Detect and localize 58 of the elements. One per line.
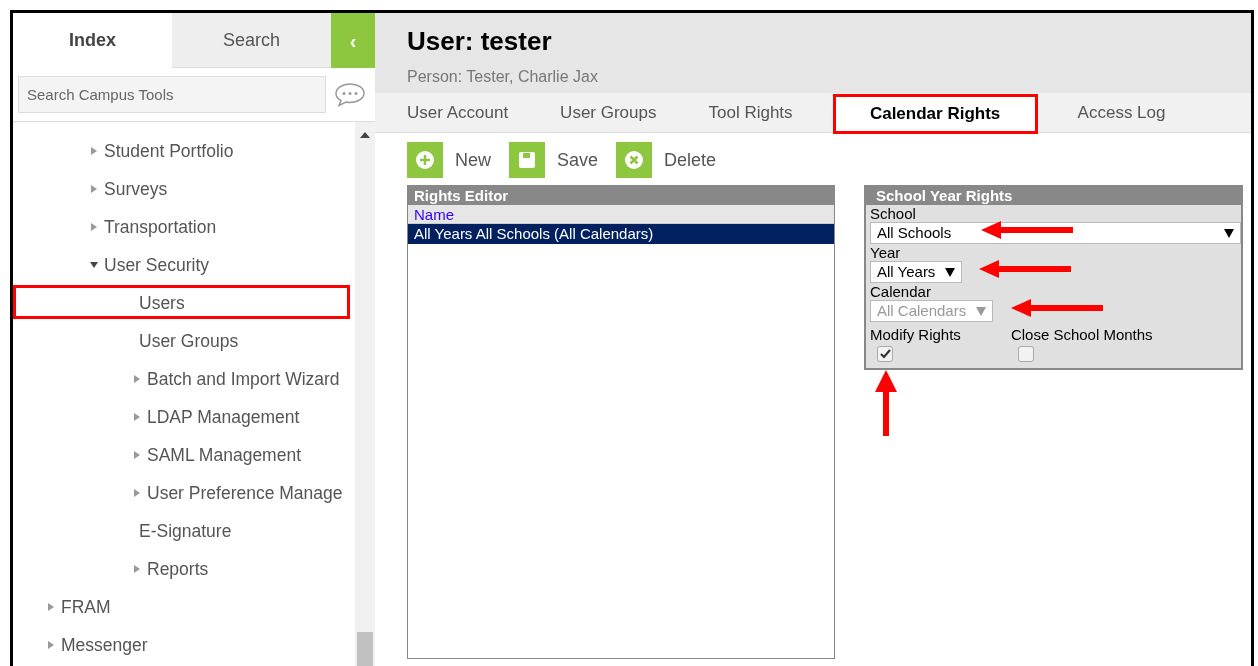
scroll-up-arrow-icon[interactable] bbox=[360, 132, 370, 138]
collapsed-triangle-icon[interactable] bbox=[133, 565, 141, 573]
tree-item[interactable]: Messenger bbox=[61, 631, 148, 659]
collapsed-triangle-icon[interactable] bbox=[90, 147, 98, 155]
tab[interactable]: User Groups bbox=[548, 92, 669, 133]
panel-header: School Year Rights bbox=[866, 187, 1241, 205]
list-row[interactable]: All Years All Schools (All Calendars) bbox=[408, 224, 834, 244]
tab[interactable]: Tool Rights bbox=[696, 92, 805, 133]
tab[interactable]: User Account bbox=[395, 92, 521, 133]
dropdown-caret-icon bbox=[1224, 228, 1234, 238]
dropdown[interactable]: All Schools bbox=[870, 222, 1241, 244]
tree-item[interactable]: FRAM bbox=[61, 593, 111, 621]
collapsed-triangle-icon[interactable] bbox=[133, 489, 141, 497]
tree-item[interactable]: User Groups bbox=[139, 327, 239, 355]
column-header[interactable]: Name bbox=[408, 205, 834, 224]
save-button[interactable]: Save bbox=[509, 142, 599, 178]
collapsed-triangle-icon[interactable] bbox=[47, 641, 55, 649]
tree-item[interactable]: Reports bbox=[147, 555, 209, 583]
checkbox-label: Modify Rights bbox=[870, 326, 961, 343]
tab[interactable]: Calendar Rights bbox=[832, 93, 1038, 134]
tree-item[interactable]: Surveys bbox=[104, 175, 168, 203]
collapsed-triangle-icon[interactable] bbox=[90, 223, 98, 231]
checkbox-label: Close School Months bbox=[1010, 326, 1153, 343]
tree-item[interactable]: LDAP Management bbox=[147, 403, 300, 431]
tree-item[interactable]: User Preference Manage bbox=[147, 479, 343, 507]
collapsed-triangle-icon[interactable] bbox=[133, 375, 141, 383]
tree-item[interactable]: Batch and Import Wizard bbox=[147, 365, 340, 393]
plus-icon bbox=[413, 148, 437, 172]
tree-item[interactable]: Student Portfolio bbox=[104, 137, 234, 165]
expanded-triangle-icon[interactable] bbox=[90, 261, 98, 269]
new-button[interactable]: New bbox=[407, 142, 491, 178]
tree-item[interactable]: SAML Management bbox=[147, 441, 301, 469]
chat-bubble-icon[interactable] bbox=[334, 81, 366, 108]
tree-item[interactable]: Transportation bbox=[104, 213, 217, 241]
delete-button[interactable]: Delete bbox=[616, 142, 717, 178]
dropdown-caret-icon bbox=[976, 306, 987, 316]
field-label: Year bbox=[870, 244, 902, 261]
collapsed-triangle-icon[interactable] bbox=[47, 603, 55, 611]
checkmark-icon bbox=[879, 349, 891, 359]
tab[interactable]: Access Log bbox=[1065, 92, 1178, 133]
field-label: Calendar bbox=[870, 283, 932, 300]
tree-item[interactable]: E-Signature bbox=[139, 517, 232, 545]
scrollbar[interactable] bbox=[355, 122, 375, 666]
scrollbar-thumb[interactable] bbox=[357, 632, 373, 666]
collapsed-triangle-icon[interactable] bbox=[90, 185, 98, 193]
field-label: School bbox=[870, 205, 917, 222]
page-title: User: tester bbox=[407, 25, 553, 57]
collapsed-triangle-icon[interactable] bbox=[133, 451, 141, 459]
sidebar-tab[interactable]: Search bbox=[172, 13, 331, 68]
tree-item[interactable]: User Security bbox=[104, 251, 210, 279]
person-name: Person: Tester, Charlie Jax bbox=[407, 67, 599, 87]
dropdown-caret-icon bbox=[945, 267, 956, 277]
checkbox[interactable] bbox=[1017, 346, 1034, 362]
collapsed-triangle-icon[interactable] bbox=[133, 413, 141, 421]
tree-item[interactable]: Users bbox=[139, 289, 185, 317]
search-field[interactable]: Search Campus Tools bbox=[18, 76, 326, 113]
checkbox[interactable] bbox=[877, 346, 893, 362]
panel-header: Rights Editor bbox=[408, 186, 834, 205]
